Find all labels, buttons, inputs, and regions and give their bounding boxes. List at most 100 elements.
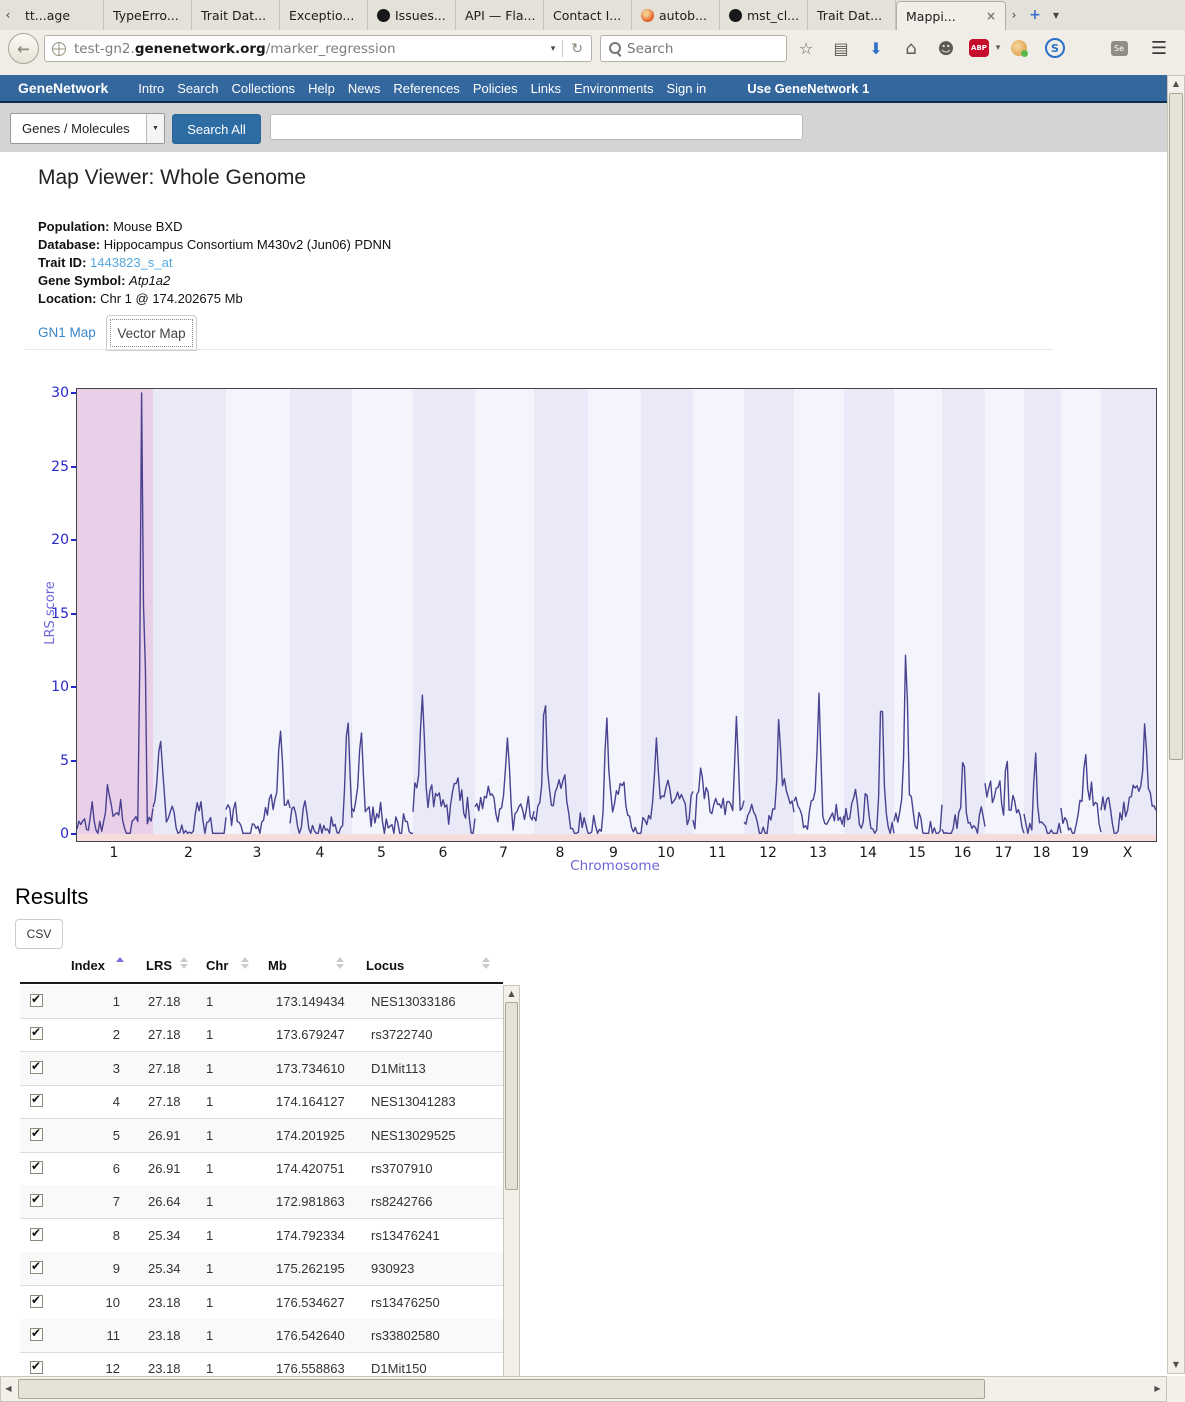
cell-locus: D1Mit150 [371,1361,427,1376]
column-header-mb[interactable]: Mb [268,958,287,973]
browser-tab[interactable]: tt...age [16,0,104,30]
browser-tab[interactable]: Trait Dat... [808,0,896,30]
row-checkbox[interactable] [30,1061,43,1074]
browser-tab[interactable]: Trait Dat... [192,0,280,30]
reading-list-icon[interactable]: ▤ [830,38,852,58]
adblock-caret-icon[interactable]: ▾ [992,38,1004,58]
cookie-addon-icon[interactable] [1008,38,1030,58]
browser-tab-active[interactable]: Mappi...× [896,1,1006,30]
column-header-chr[interactable]: Chr [206,958,228,973]
browser-tab[interactable]: API — Fla... [456,0,544,30]
column-header-index[interactable]: Index [71,958,105,973]
page-vscrollbar-thumb[interactable] [1169,93,1183,760]
column-header-locus[interactable]: Locus [366,958,404,973]
search-all-button[interactable]: Search All [172,114,261,144]
use-genenetwork1-link[interactable]: Use GeneNetwork 1 [747,81,869,96]
gn-nav-item-sign-in[interactable]: Sign in [666,81,706,96]
select-caret-icon[interactable]: ▼ [146,114,164,143]
gn-nav-item-policies[interactable]: Policies [473,81,518,96]
sort-both-icon[interactable] [241,957,249,969]
gn-nav-item-search[interactable]: Search [177,81,218,96]
table-scrollbar-thumb[interactable] [505,1002,518,1190]
browser-tab[interactable]: Exceptio... [280,0,368,30]
tab-gn1-map[interactable]: GN1 Map [38,325,96,340]
page-scroll-right-icon[interactable]: ▶ [1150,1377,1165,1400]
new-tab-button[interactable]: + [1022,0,1048,30]
cell-locus: 930923 [371,1261,414,1276]
reload-icon[interactable]: ↻ [563,41,591,57]
gn-nav-item-references[interactable]: References [393,81,459,96]
browser-search-box[interactable] [600,35,787,62]
row-checkbox[interactable] [30,1194,43,1207]
cell-mb: 174.164127 [276,1094,345,1109]
tab-scroll-left-icon[interactable]: ‹ [0,0,16,30]
search-all-input[interactable] [270,114,803,140]
stylish-addon-icon[interactable]: S [1044,38,1066,58]
browser-tab[interactable]: mst_cl... [720,0,808,30]
row-checkbox[interactable] [30,1328,43,1341]
back-button[interactable]: ← [8,33,39,64]
row-checkbox[interactable] [30,1361,43,1374]
browser-tab[interactable]: Contact I... [544,0,632,30]
x-tick-label-chr10: 10 [657,845,675,861]
menu-hamburger-icon[interactable]: ☰ [1148,38,1170,58]
row-checkbox[interactable] [30,994,43,1007]
browser-tab-label: mst_cl... [747,8,799,23]
page-hscrollbar-thumb[interactable] [18,1379,985,1399]
row-checkbox[interactable] [30,1027,43,1040]
y-tick-mark [71,760,76,762]
row-checkbox[interactable] [30,1228,43,1241]
cell-lrs: 26.64 [148,1194,181,1209]
adblock-icon[interactable]: ABP [968,38,990,58]
browser-tab[interactable]: autob... [632,0,720,30]
row-checkbox[interactable] [30,1295,43,1308]
search-category-select[interactable]: Genes / Molecules ▼ [10,113,165,144]
row-checkbox[interactable] [30,1261,43,1274]
home-icon[interactable]: ⌂ [900,38,922,58]
sort-both-icon[interactable] [180,957,188,969]
table-header-rule [20,982,503,984]
csv-export-button[interactable]: CSV [15,919,63,949]
tab-vector-map[interactable]: Vector Map [106,315,197,351]
sort-both-icon[interactable] [482,957,490,969]
row-checkbox[interactable] [30,1161,43,1174]
sort-both-icon[interactable] [336,957,344,969]
page-scroll-down-icon[interactable]: ▼ [1168,1357,1184,1372]
url-path: /marker_regression [266,41,396,57]
column-header-lrs[interactable]: LRS [146,958,172,973]
url-domain: genenetwork.org [135,41,266,57]
tab-scroll-right-icon[interactable]: › [1006,0,1022,30]
close-tab-icon[interactable]: × [986,9,996,23]
row-checkbox[interactable] [30,1128,43,1141]
gn-nav-item-collections[interactable]: Collections [231,81,295,96]
page-scroll-left-icon[interactable]: ◀ [1,1377,16,1400]
meta-value[interactable]: 1443823_s_at [86,255,172,270]
messenger-icon[interactable]: ☻ [935,38,957,58]
gn-nav-item-help[interactable]: Help [308,81,335,96]
row-checkbox[interactable] [30,1094,43,1107]
cell-index: 4 [70,1094,120,1109]
meta-label: Location: [38,291,97,306]
gn-brand[interactable]: GeneNetwork [18,80,108,96]
page-scroll-up-icon[interactable]: ▲ [1168,76,1184,91]
tab-list-caret-icon[interactable]: ▾ [1048,0,1064,30]
sort-asc-icon[interactable] [116,957,124,962]
selenium-ide-icon[interactable]: Se [1108,38,1130,58]
y-tick-label: 20 [37,532,69,548]
url-bar[interactable]: test-gn2.genenetwork.org/marker_regressi… [44,35,592,62]
gn-nav-item-environments[interactable]: Environments [574,81,653,96]
meta-value: Atp1a2 [125,273,170,288]
download-icon[interactable]: ⬇ [865,38,887,58]
browser-tab[interactable]: TypeErro... [104,0,192,30]
gn-nav-item-links[interactable]: Links [531,81,561,96]
browser-search-input[interactable] [625,40,759,58]
cell-lrs: 27.18 [148,1061,181,1076]
gn-nav-item-intro[interactable]: Intro [138,81,164,96]
search-icon [609,42,621,54]
browser-tab[interactable]: Issues... [368,0,456,30]
table-scroll-up-icon[interactable]: ▲ [504,986,519,1000]
gn-nav-item-news[interactable]: News [348,81,381,96]
site-identity-globe-icon[interactable] [52,42,66,56]
bookmark-star-icon[interactable]: ☆ [795,38,817,58]
url-dropdown-caret-icon[interactable]: ▾ [544,44,563,54]
